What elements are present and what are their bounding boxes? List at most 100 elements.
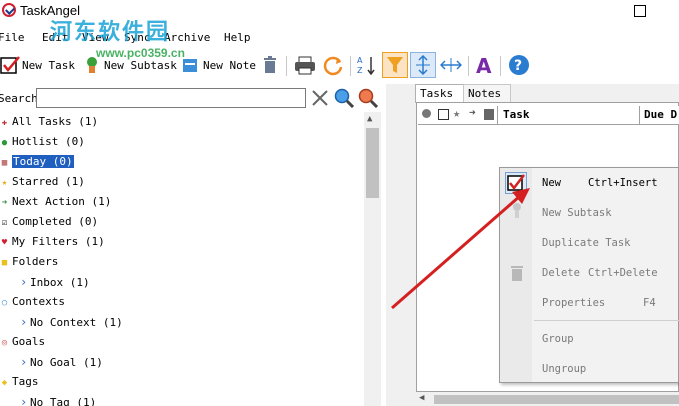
tree-item-no-goal[interactable]: › No Goal (1) — [20, 352, 103, 372]
arrow-column-icon[interactable]: ➜ — [469, 106, 476, 119]
tree-item-today[interactable]: ▦ Today (0) — [0, 152, 74, 172]
star-column-icon[interactable]: ★ — [453, 106, 460, 120]
hotlist-icon: ● — [1, 138, 8, 148]
new-subtask-label: New Subtask — [104, 58, 177, 72]
tree-item-label: Next Action (1) — [12, 195, 112, 208]
tree-item-label: No Context (1) — [30, 316, 123, 329]
tree-item-label: Hotlist (0) — [12, 135, 85, 148]
print-icon — [295, 56, 315, 75]
watermark-logo: 河东软件园 — [50, 20, 171, 45]
menu-item-delete[interactable]: Delete — [542, 267, 580, 279]
expand-icon — [416, 55, 430, 75]
help-icon: ? — [509, 55, 529, 75]
filter-icon — [387, 57, 403, 73]
tab-tasks[interactable]: Tasks — [415, 84, 465, 103]
new-note-label: New Note — [203, 58, 256, 72]
tree-item-all-tasks[interactable]: ✚ All Tasks (1) — [0, 112, 98, 132]
tab-notes[interactable]: Notes — [463, 84, 511, 103]
tree-item-contexts[interactable]: ○ Contexts — [0, 292, 65, 312]
status-column-icon[interactable] — [422, 109, 431, 118]
next-action-icon: ➜ — [1, 198, 8, 208]
tag-icon: ◆ — [1, 378, 8, 388]
tree-item-label: Today (0) — [12, 155, 74, 168]
clear-search-button[interactable] — [311, 89, 329, 110]
sync-button[interactable] — [322, 52, 344, 78]
heart-icon: ♥ — [1, 238, 8, 248]
note-column-icon[interactable] — [484, 109, 494, 120]
search-input[interactable] — [36, 88, 306, 108]
tree-item-label: All Tasks (1) — [12, 115, 99, 128]
column-task[interactable]: Task — [503, 108, 530, 121]
advanced-search-button[interactable] — [358, 88, 379, 111]
delete-menu-icon — [510, 264, 524, 285]
filter-button[interactable] — [382, 52, 408, 78]
menu-item-ungroup[interactable]: Ungroup — [542, 363, 586, 375]
menu-shortcut-properties: F4 — [643, 297, 656, 309]
menu-item-group[interactable]: Group — [542, 333, 574, 345]
tree-item-no-tag[interactable]: › No Tag (1) — [20, 392, 96, 406]
tree-item-goals[interactable]: ◎ Goals — [0, 332, 45, 352]
all-tasks-icon: ✚ — [1, 118, 8, 128]
app-logo-icon — [2, 3, 16, 17]
collapse-icon — [440, 58, 462, 72]
filter-active-bg — [382, 52, 408, 78]
tree-item-starred[interactable]: ★ Starred (1) — [0, 172, 85, 192]
chevron-right-icon: › — [20, 395, 28, 406]
new-task-button[interactable]: New Task — [0, 52, 75, 78]
scroll-up-icon[interactable]: ▲ — [367, 114, 372, 124]
star-icon: ★ — [1, 178, 8, 188]
chevron-right-icon: › — [20, 315, 28, 329]
menu-item-new-subtask[interactable]: New Subtask — [542, 207, 612, 219]
tree-item-folders[interactable]: ■ Folders — [0, 252, 59, 272]
tree-item-completed[interactable]: ☑ Completed (0) — [0, 212, 98, 232]
tree-item-label: Folders — [12, 255, 59, 268]
new-task-icon — [507, 174, 525, 191]
menu-shortcut-new: Ctrl+Insert — [588, 177, 658, 189]
search-button[interactable] — [334, 88, 355, 111]
column-due-date[interactable]: Due D — [644, 108, 677, 121]
tree-item-my-filters[interactable]: ♥ My Filters (1) — [0, 232, 105, 252]
column-divider — [639, 106, 640, 124]
toolbar-separator — [500, 56, 501, 76]
toolbar: New Task New Subtask New Note AZ A ? — [0, 52, 679, 80]
delete-button[interactable] — [262, 52, 278, 78]
scroll-left-icon[interactable]: ◀ — [419, 393, 424, 403]
folder-icon: ■ — [1, 258, 8, 268]
menu-file[interactable]: File — [0, 31, 25, 44]
help-button[interactable]: ? — [508, 52, 530, 78]
tree-item-label: Tags — [12, 375, 39, 388]
menu-separator — [534, 320, 679, 321]
maximize-button[interactable] — [634, 5, 646, 17]
tree-item-tags[interactable]: ◆ Tags — [0, 372, 39, 392]
grid-scrollbar-thumb[interactable] — [434, 395, 679, 404]
menu-help[interactable]: Help — [224, 31, 251, 44]
close-icon — [312, 90, 328, 106]
goals-icon: ◎ — [1, 338, 8, 348]
new-task-label: New Task — [22, 58, 75, 72]
search-advanced-icon — [358, 88, 379, 109]
tree-item-label: No Goal (1) — [30, 356, 103, 369]
new-subtask-button[interactable]: New Subtask — [84, 52, 177, 78]
sort-az-icon: AZ — [357, 56, 375, 76]
expand-all-button[interactable] — [410, 52, 436, 78]
tree-item-hotlist[interactable]: ● Hotlist (0) — [0, 132, 85, 152]
tree-item-label: No Tag (1) — [30, 396, 97, 406]
panel-splitter[interactable] — [386, 84, 410, 406]
tree-item-inbox[interactable]: › Inbox (1) — [20, 272, 90, 292]
completed-icon: ☑ — [1, 218, 8, 228]
menu-item-properties[interactable]: Properties — [542, 297, 605, 309]
font-button[interactable]: A — [474, 52, 496, 78]
menu-item-duplicate-task[interactable]: Duplicate Task — [542, 237, 631, 249]
tree-item-no-context[interactable]: › No Context (1) — [20, 312, 123, 332]
tree-item-next-action[interactable]: ➜ Next Action (1) — [0, 192, 112, 212]
new-note-button[interactable]: New Note — [182, 52, 256, 78]
menu-item-new[interactable]: New — [542, 177, 561, 189]
chevron-right-icon: › — [20, 355, 28, 369]
print-button[interactable] — [294, 52, 316, 78]
menu-archive[interactable]: Archive — [164, 31, 210, 44]
sort-button[interactable]: AZ — [356, 52, 378, 78]
collapse-all-button[interactable] — [440, 52, 462, 78]
checkbox-column-icon[interactable] — [438, 109, 449, 120]
tree-scrollbar-thumb[interactable] — [366, 128, 379, 198]
tree-item-label: Completed (0) — [12, 215, 99, 228]
